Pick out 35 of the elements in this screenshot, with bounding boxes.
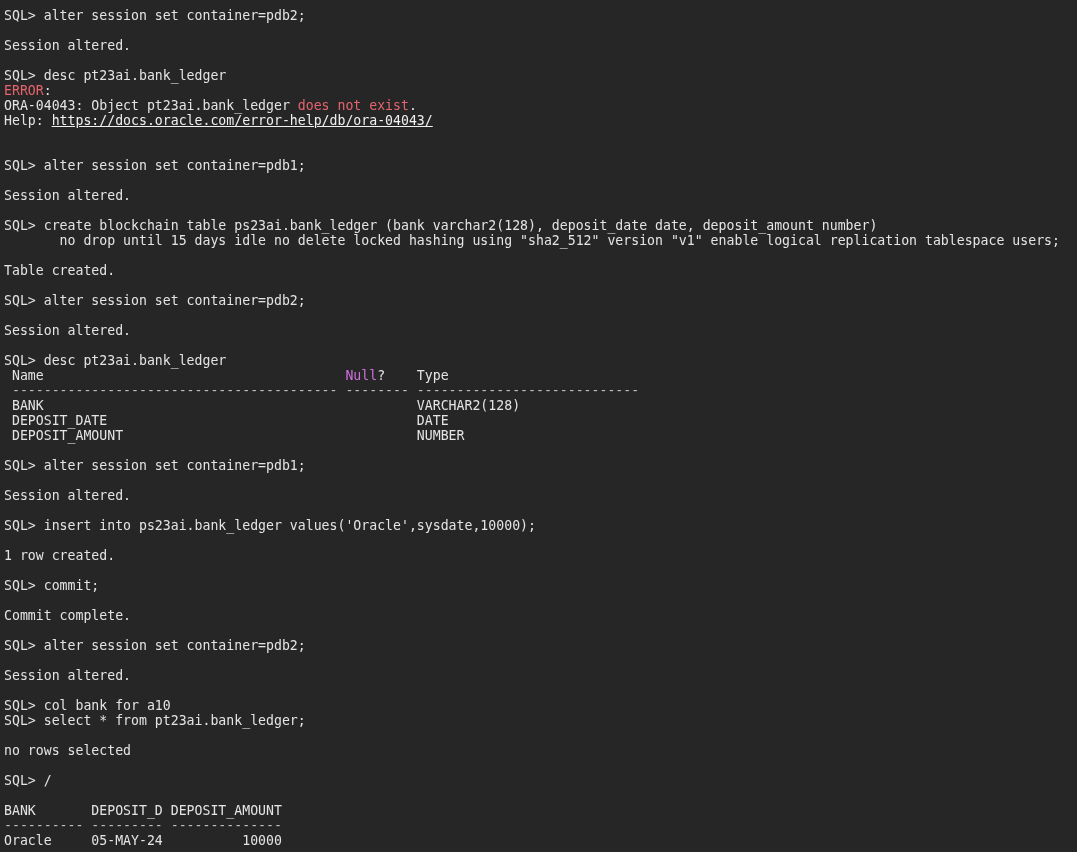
terminal-line: SQL> alter session set container=pdb2; (4, 638, 307, 653)
terminal-line: no rows selected (4, 743, 133, 758)
terminal-line: ---------- --------- -------------- (4, 818, 283, 833)
terminal-line: Oracle 05-MAY-24 10000 (4, 833, 283, 848)
terminal-line: Name Null? Type (10, 368, 450, 383)
terminal-line: BANK DEPOSIT_D DEPOSIT_AMOUNT (4, 803, 283, 818)
terminal-line: ----------------------------------------- -------- ---------------------------- (10, 383, 641, 398)
terminal-line: SQL> desc pt23ai.bank_ledger (4, 68, 228, 83)
terminal-line: Session altered. (4, 323, 133, 338)
terminal-line: Session altered. (4, 188, 133, 203)
help-link[interactable]: https://docs.oracle.com/error-help/db/ora-04043/ (51, 113, 433, 128)
terminal-line: Table created. (4, 263, 117, 278)
terminal-line: SQL> alter session set container=pdb2; (4, 293, 307, 308)
terminal-line: ERROR: (4, 83, 53, 98)
terminal-line: DEPOSIT_AMOUNT NUMBER (10, 428, 466, 443)
terminal-line: SQL> alter session set container=pdb2; (4, 8, 307, 23)
terminal-line: SQL> commit; (4, 578, 101, 593)
terminal-line: SQL> select * from pt23ai.bank_ledger; (4, 713, 307, 728)
terminal-line: 1 row created. (4, 548, 117, 563)
terminal-line: Session altered. (4, 488, 133, 503)
terminal-line: no drop until 15 days idle no delete locked hashing using "sha2_512" version "v1" enable logical replication tablespace users; (58, 233, 1061, 248)
terminal-line: SQL> alter session set container=pdb1; (4, 458, 307, 473)
terminal-line: Session altered. (4, 668, 133, 683)
terminal-line: SQL> insert into ps23ai.bank_ledger values('Oracle',sysdate,10000); (4, 518, 537, 533)
terminal-line: SQL> desc pt23ai.bank_ledger (4, 353, 228, 368)
terminal-line: SQL> / (4, 773, 53, 788)
terminal-line: DEPOSIT_DATE DATE (10, 413, 450, 428)
terminal-line: SQL> create blockchain table ps23ai.bank_ledger (bank varchar2(128), deposit_date date, deposit_amount number) (4, 218, 878, 233)
terminal-line: BANK VARCHAR2(128) (10, 398, 522, 413)
terminal-text: Help: (4, 113, 45, 128)
terminal-line: Commit complete. (4, 608, 133, 623)
terminal-line: SQL> alter session set container=pdb1; (4, 158, 307, 173)
terminal-line: Session altered. (4, 38, 133, 53)
terminal-line: ORA-04043: Object pt23ai.bank_ledger does not exist. (4, 98, 417, 113)
terminal-line: SQL> col bank for a10 (4, 698, 172, 713)
